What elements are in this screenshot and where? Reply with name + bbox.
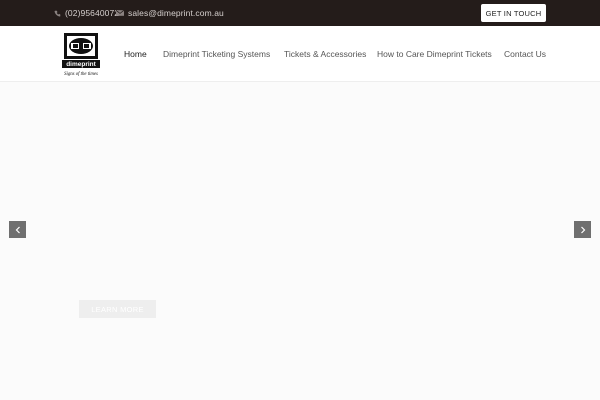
get-in-touch-button[interactable]: GET IN TOUCH bbox=[481, 4, 546, 22]
top-bar: (02)95640072 sales@dimeprint.com.au GET … bbox=[0, 0, 600, 26]
slider-prev-button[interactable] bbox=[9, 221, 26, 238]
nav-contact-us[interactable]: Contact Us bbox=[504, 26, 546, 82]
learn-more-button[interactable]: LEARN MORE bbox=[79, 300, 156, 318]
slider-next-button[interactable] bbox=[574, 221, 591, 238]
phone-icon bbox=[54, 10, 61, 17]
phone-contact[interactable]: (02)95640072 bbox=[54, 0, 119, 26]
site-header: dimeprint Signs of the times Home Dimepr… bbox=[0, 26, 600, 82]
hero-slider: LEARN MORE bbox=[0, 82, 600, 400]
chevron-left-icon bbox=[15, 221, 21, 239]
chevron-right-icon bbox=[580, 221, 586, 239]
email-contact[interactable]: sales@dimeprint.com.au bbox=[116, 0, 224, 26]
phone-number: (02)95640072 bbox=[65, 8, 120, 18]
nav-ticketing-systems[interactable]: Dimeprint Ticketing Systems bbox=[163, 26, 270, 82]
nav-tickets-accessories[interactable]: Tickets & Accessories bbox=[284, 26, 366, 82]
nav-ticket-care[interactable]: How to Care Dimeprint Tickets bbox=[377, 26, 492, 82]
svg-text:dimeprint: dimeprint bbox=[66, 61, 96, 68]
nav-home[interactable]: Home bbox=[124, 26, 147, 82]
svg-text:Signs of the times: Signs of the times bbox=[64, 72, 98, 77]
dimeprint-logo[interactable]: dimeprint Signs of the times bbox=[62, 33, 100, 78]
envelope-icon bbox=[116, 10, 124, 16]
email-address: sales@dimeprint.com.au bbox=[128, 8, 224, 18]
